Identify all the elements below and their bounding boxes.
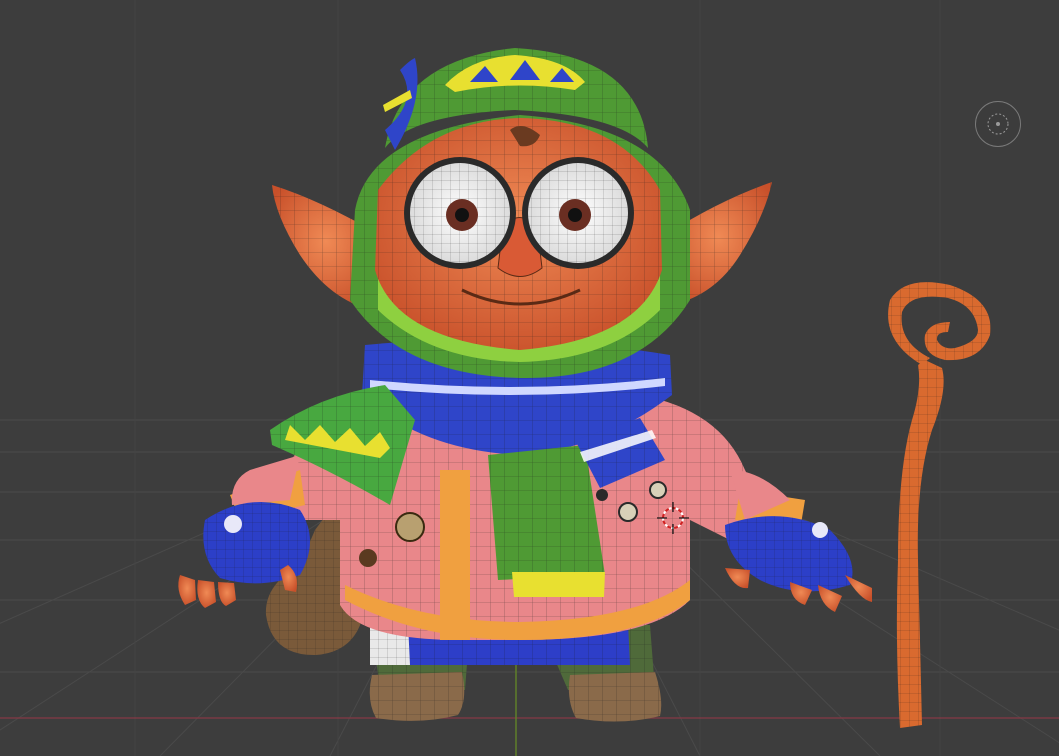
coat-button-2 — [359, 549, 377, 567]
goblin-right-arm[interactable] — [725, 470, 872, 612]
goblin-left-arm[interactable] — [178, 455, 310, 608]
walking-staff[interactable] — [888, 282, 991, 728]
3d-viewport[interactable] — [0, 0, 1059, 756]
coat-button-1 — [395, 512, 425, 542]
viewport-scene[interactable] — [0, 0, 1059, 756]
view-gizmo-icon[interactable] — [975, 101, 1021, 147]
